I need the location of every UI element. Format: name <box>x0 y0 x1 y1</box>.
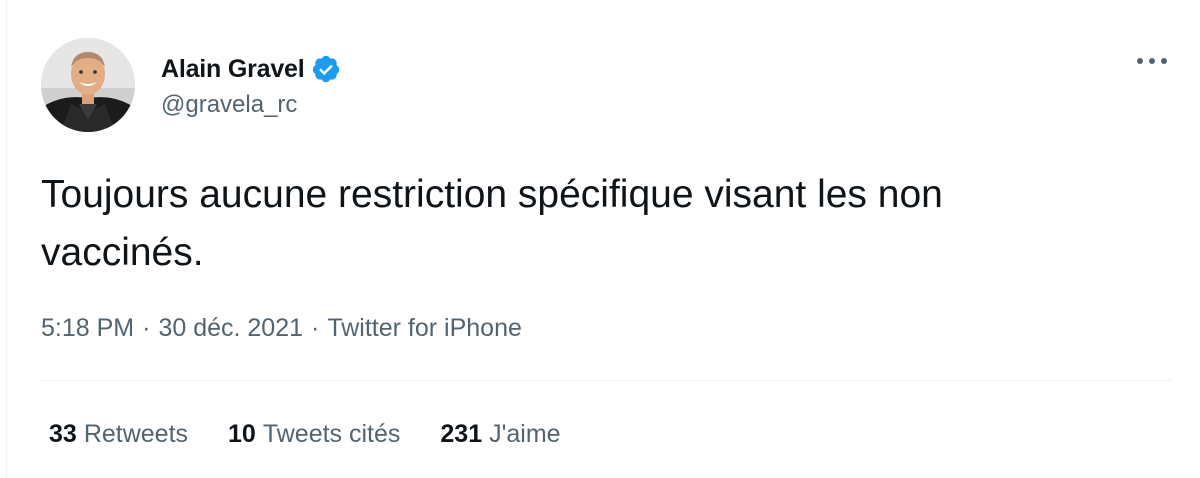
likes-stat[interactable]: 231 J'aime <box>440 420 560 449</box>
retweets-label: Retweets <box>83 419 189 448</box>
divider <box>41 380 1172 381</box>
author-display-name[interactable]: Alain Gravel <box>161 55 305 84</box>
profile-photo-icon <box>41 38 135 132</box>
retweets-count: 33 <box>49 419 77 448</box>
name-row: Alain Gravel <box>161 51 341 87</box>
more-options-button[interactable] <box>1132 46 1172 76</box>
meta-separator: · <box>311 313 320 342</box>
meta-separator: · <box>142 313 151 342</box>
tweet-stats: 33 Retweets 10 Tweets cités 231 J'aime <box>49 414 601 454</box>
ellipsis-icon <box>1137 58 1167 64</box>
retweets-stat[interactable]: 33 Retweets <box>49 420 188 449</box>
quote-tweets-stat[interactable]: 10 Tweets cités <box>228 420 400 449</box>
avatar[interactable] <box>41 38 135 132</box>
verified-badge-icon <box>311 54 341 84</box>
tweet-header: Alain Gravel @gravela_rc <box>41 38 341 132</box>
author-handle[interactable]: @gravela_rc <box>161 91 341 119</box>
author-names: Alain Gravel @gravela_rc <box>161 51 341 119</box>
quote-tweets-label: Tweets cités <box>262 419 401 448</box>
tweet-date[interactable]: 30 déc. 2021 <box>158 314 303 343</box>
likes-count: 231 <box>440 419 483 448</box>
tweet-time[interactable]: 5:18 PM <box>41 314 134 343</box>
likes-label: J'aime <box>489 419 561 448</box>
tweet-card: Alain Gravel @gravela_rc Toujours aucune… <box>6 0 1200 478</box>
tweet-source[interactable]: Twitter for iPhone <box>327 314 522 343</box>
quote-tweets-count: 10 <box>228 419 256 448</box>
tweet-text: Toujours aucune restriction spécifique v… <box>41 173 943 274</box>
tweet-metadata: 5:18 PM · 30 déc. 2021 · Twitter for iPh… <box>41 308 522 348</box>
